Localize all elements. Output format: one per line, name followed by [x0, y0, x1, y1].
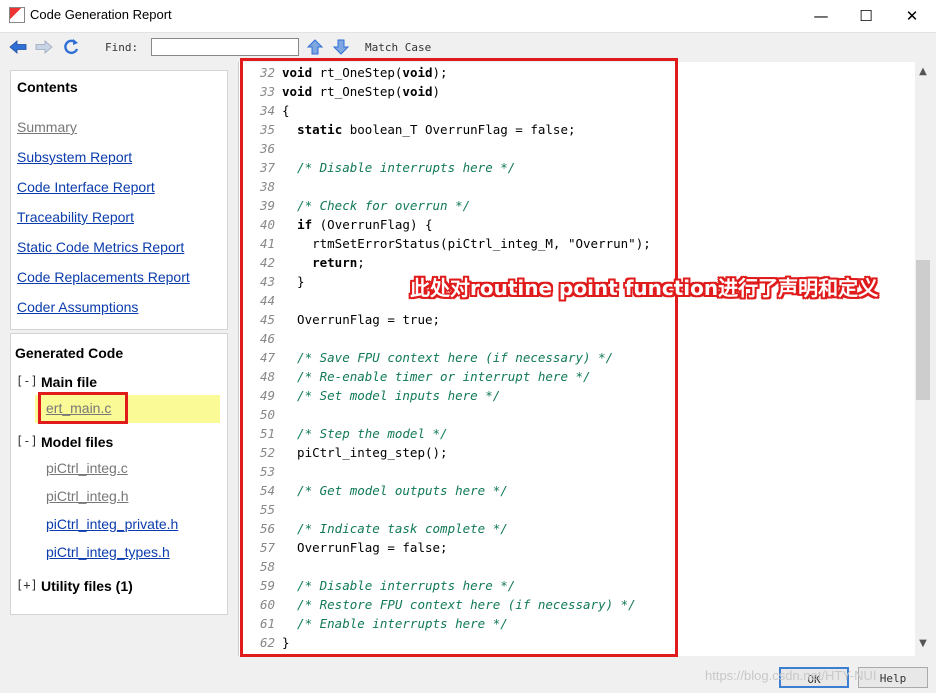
- file-link-model-c[interactable]: piCtrl_integ.c: [46, 460, 128, 476]
- find-input[interactable]: [151, 38, 299, 56]
- find-next-icon[interactable]: [332, 36, 352, 58]
- find-previous-icon[interactable]: [306, 36, 326, 58]
- utility-files-expand-toggle[interactable]: [+]: [16, 578, 38, 592]
- contents-panel: Contents Summary Subsystem Report Code I…: [10, 70, 228, 330]
- match-case-label[interactable]: Match Case: [365, 41, 431, 54]
- navigation-pane: Contents Summary Subsystem Report Code I…: [10, 68, 228, 688]
- scroll-up-icon[interactable]: ▲: [915, 64, 931, 80]
- scroll-thumb[interactable]: [916, 260, 930, 400]
- contents-heading: Contents: [17, 79, 78, 95]
- model-files-collapse-toggle[interactable]: [-]: [16, 434, 38, 448]
- traceability-report-link[interactable]: Traceability Report: [17, 209, 134, 225]
- minimize-button[interactable]: —: [798, 3, 844, 29]
- subsystem-report-link[interactable]: Subsystem Report: [17, 149, 132, 165]
- vertical-scrollbar[interactable]: ▲ ▼: [915, 62, 931, 656]
- file-link-private-h[interactable]: piCtrl_integ_private.h: [46, 516, 178, 532]
- generated-code-heading: Generated Code: [15, 345, 124, 361]
- find-label: Find:: [105, 41, 139, 54]
- annotation-box-code: [240, 58, 678, 657]
- model-files-heading: Model files: [41, 434, 114, 450]
- app-icon: [9, 7, 25, 23]
- code-replacements-report-link[interactable]: Code Replacements Report: [17, 269, 190, 285]
- refresh-icon[interactable]: [61, 36, 81, 58]
- static-code-metrics-report-link[interactable]: Static Code Metrics Report: [17, 239, 184, 255]
- back-icon[interactable]: [8, 36, 28, 58]
- main-file-heading: Main file: [41, 374, 98, 390]
- file-link-types-h[interactable]: piCtrl_integ_types.h: [46, 544, 170, 560]
- annotation-text: 此处对routine point function进行了声明和定义: [410, 276, 879, 300]
- forward-icon[interactable]: [34, 36, 54, 58]
- close-button[interactable]: ✕: [889, 3, 935, 29]
- utility-files-heading: Utility files (1): [41, 578, 133, 594]
- file-link-model-h[interactable]: piCtrl_integ.h: [46, 488, 129, 504]
- watermark: https://blog.csdn.net/HTY-NUI: [705, 668, 877, 683]
- window-title: Code Generation Report: [30, 7, 172, 22]
- coder-assumptions-link[interactable]: Coder Assumptions: [17, 299, 138, 315]
- maximize-button[interactable]: ☐: [843, 3, 889, 29]
- toolbar: Find: Match Case: [0, 33, 936, 61]
- main-file-collapse-toggle[interactable]: [-]: [16, 374, 38, 388]
- summary-link[interactable]: Summary: [17, 119, 77, 135]
- code-interface-report-link[interactable]: Code Interface Report: [17, 179, 155, 195]
- annotation-box-main-file: [38, 392, 128, 424]
- title-bar: Code Generation Report — ☐ ✕: [0, 0, 936, 33]
- scroll-down-icon[interactable]: ▼: [915, 636, 931, 652]
